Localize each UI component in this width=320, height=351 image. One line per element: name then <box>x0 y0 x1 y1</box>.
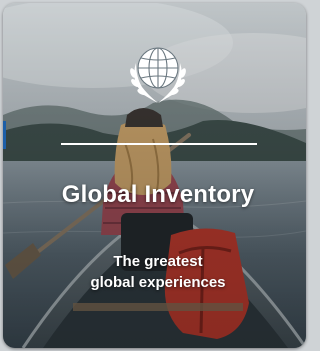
card-title: Global Inventory <box>61 181 255 208</box>
card-subtitle-line-2: global experiences <box>90 274 226 291</box>
edge-accent <box>3 121 6 149</box>
card-subtitle: The greatest global experiences <box>3 251 306 293</box>
title-divider <box>61 143 257 145</box>
un-globe-laurel-icon <box>130 47 186 103</box>
card-subtitle-line-1: The greatest <box>113 253 203 270</box>
global-inventory-card[interactable]: Global Inventory The greatest global exp… <box>3 3 306 348</box>
